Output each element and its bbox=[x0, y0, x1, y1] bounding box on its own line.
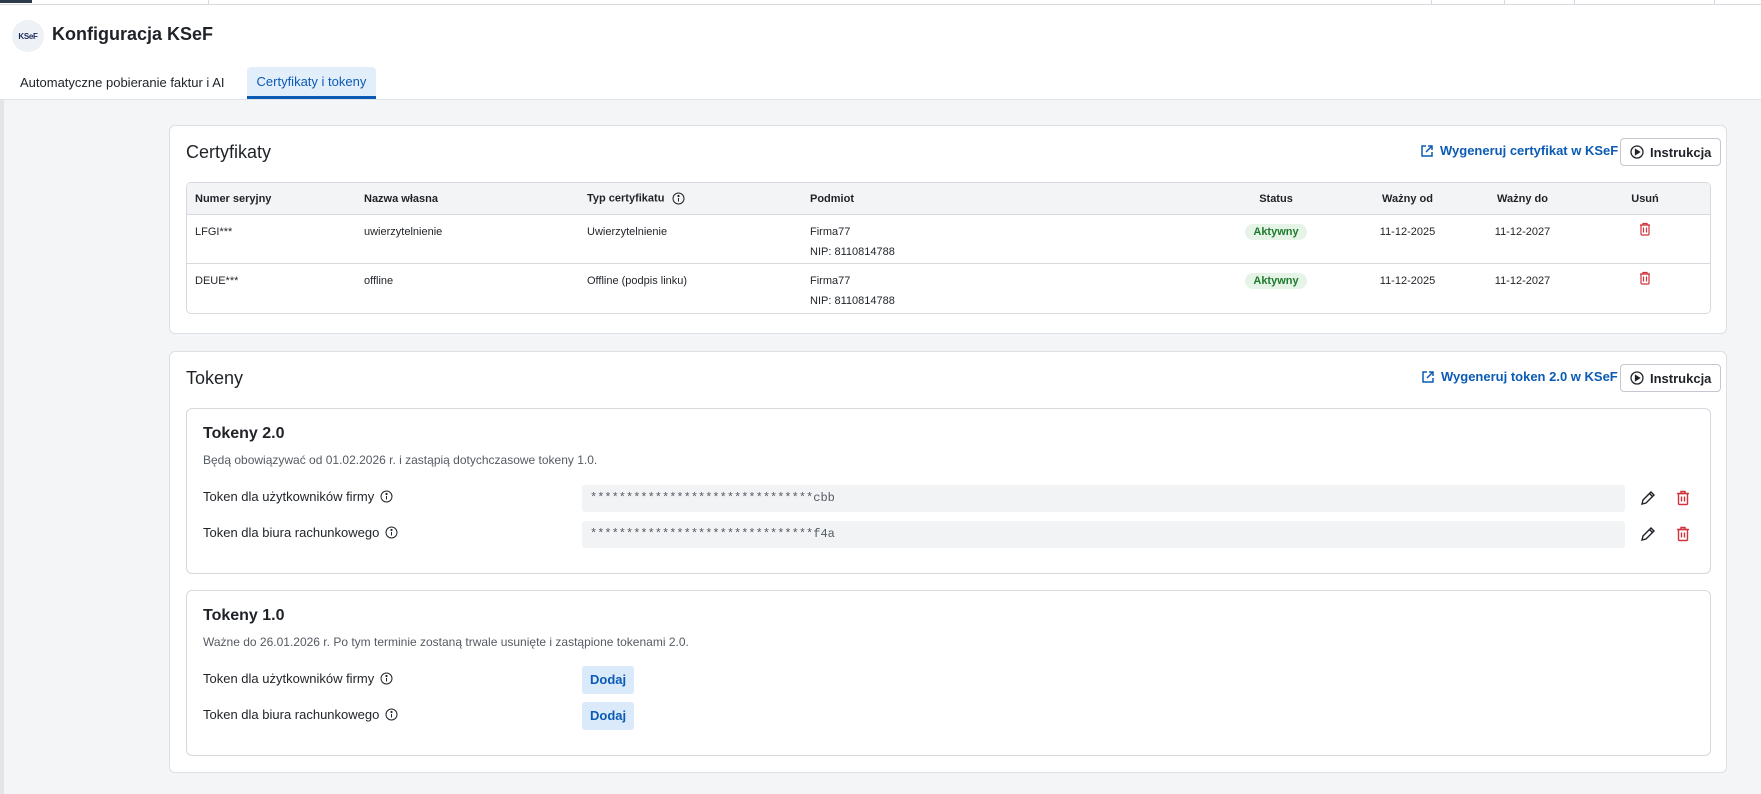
token-label-accounting-office: Token dla biura rachunkowego bbox=[203, 525, 380, 540]
instruction-label: Instrukcja bbox=[1650, 370, 1712, 386]
info-icon[interactable] bbox=[385, 708, 398, 721]
table-row: LFGI*** uwierzytelnienie Uwierzytelnieni… bbox=[187, 215, 1710, 264]
external-link-icon bbox=[1422, 370, 1434, 383]
column-header-entity: Podmiot bbox=[802, 183, 1202, 215]
page-title: Konfiguracja KSeF bbox=[52, 24, 214, 44]
column-header-delete: Usuń bbox=[1580, 183, 1710, 215]
pencil-icon bbox=[1641, 491, 1655, 505]
token-field-company-users[interactable]: *******************************cbb bbox=[582, 485, 1625, 512]
delete-certificate-button[interactable] bbox=[1639, 222, 1651, 243]
play-circle-icon bbox=[1630, 145, 1644, 159]
column-header-type: Typ certyfikatu bbox=[579, 183, 802, 215]
cell-entity: Firma77 NIP: 8110814788 bbox=[802, 215, 1202, 264]
cell-status: Aktywny bbox=[1202, 215, 1350, 264]
edit-token-button[interactable] bbox=[1637, 487, 1659, 509]
certificates-table: Numer seryjny Nazwa własna Typ certyfika… bbox=[186, 182, 1711, 314]
cell-entity: Firma77 NIP: 8110814788 bbox=[802, 264, 1202, 313]
generate-token-link[interactable]: Wygeneruj token 2.0 w KSeF bbox=[1421, 369, 1618, 384]
page-header: KSeF Konfiguracja KSeF Automatyczne pobi… bbox=[0, 5, 1761, 100]
cell-valid-to: 11-12-2027 bbox=[1465, 215, 1580, 264]
token-row-label: Token dla użytkowników firmy bbox=[203, 671, 393, 686]
trash-icon bbox=[1677, 526, 1689, 542]
delete-token-button[interactable] bbox=[1672, 523, 1694, 545]
tokens-card: Tokeny Wygeneruj token 2.0 w KSeF Instru… bbox=[169, 351, 1727, 773]
certificates-instruction-button[interactable]: Instrukcja bbox=[1620, 138, 1722, 166]
token-row-label: Token dla biura rachunkowego bbox=[203, 525, 398, 540]
cell-valid-from: 11-12-2025 bbox=[1350, 215, 1465, 264]
generate-token-label: Wygeneruj token 2.0 w KSeF bbox=[1441, 369, 1618, 384]
token-label-company-users: Token dla użytkowników firmy bbox=[203, 671, 375, 686]
cell-valid-from: 11-12-2025 bbox=[1379, 275, 1436, 287]
status-badge: Aktywny bbox=[1245, 224, 1307, 240]
trash-icon bbox=[1640, 222, 1650, 236]
trash-icon bbox=[1677, 490, 1689, 506]
tokens-v1-description: Ważne do 26.01.2026 r. Po tym terminie z… bbox=[203, 635, 689, 649]
cell-own-name: offline bbox=[364, 275, 394, 287]
tokens-v2-section: Tokeny 2.0 Będą obowiązywać od 01.02.202… bbox=[186, 408, 1711, 574]
generate-certificate-label: Wygeneruj certyfikat w KSeF bbox=[1440, 143, 1619, 158]
top-strip-segment bbox=[1505, 0, 1575, 4]
token-row-label: Token dla biura rachunkowego bbox=[203, 707, 398, 722]
token-label-company-users: Token dla użytkowników firmy bbox=[203, 489, 375, 504]
cell-own-name: uwierzytelnienie bbox=[356, 215, 579, 264]
status-badge: Aktywny bbox=[1245, 273, 1307, 289]
cell-type: Offline (podpis linku) bbox=[587, 275, 688, 287]
info-icon[interactable] bbox=[380, 672, 393, 685]
info-icon[interactable] bbox=[385, 526, 398, 539]
left-rail bbox=[0, 100, 4, 794]
info-icon[interactable] bbox=[380, 490, 393, 503]
column-header-valid-to: Ważny do bbox=[1465, 183, 1580, 215]
token-row-label: Token dla użytkowników firmy bbox=[203, 489, 393, 504]
play-circle-icon bbox=[1630, 371, 1644, 385]
tokens-title: Tokeny bbox=[186, 368, 244, 388]
trash-icon bbox=[1640, 271, 1650, 285]
entity-name: Firma77 bbox=[810, 275, 851, 287]
instruction-label: Instrukcja bbox=[1650, 144, 1712, 160]
delete-token-button[interactable] bbox=[1672, 487, 1694, 509]
table-row: DEUE*** offline Offline (podpis linku) F… bbox=[187, 264, 1710, 313]
generate-certificate-link[interactable]: Wygeneruj certyfikat w KSeF bbox=[1420, 143, 1618, 158]
tokens-v1-title: Tokeny 1.0 bbox=[203, 607, 285, 624]
tokens-v2-title: Tokeny 2.0 bbox=[203, 425, 285, 442]
add-token-button[interactable]: Dodaj bbox=[582, 666, 635, 694]
column-header-type-label: Typ certyfikatu bbox=[587, 192, 665, 205]
cell-delete bbox=[1580, 264, 1710, 313]
column-header-status: Status bbox=[1202, 183, 1350, 215]
info-icon[interactable] bbox=[672, 192, 685, 205]
entity-nip: NIP: 8110814788 bbox=[810, 246, 895, 258]
certificates-title: Certyfikaty bbox=[186, 142, 272, 162]
cell-delete bbox=[1580, 215, 1710, 264]
cell-type: Uwierzytelnienie bbox=[579, 215, 802, 264]
cell-status: Aktywny bbox=[1202, 264, 1350, 313]
token-label-accounting-office: Token dla biura rachunkowego bbox=[203, 707, 380, 722]
top-strip-segment bbox=[0, 0, 209, 4]
top-strip-segment bbox=[1432, 0, 1505, 4]
external-link-icon bbox=[1421, 144, 1433, 157]
tokens-v1-section: Tokeny 1.0 Ważne do 26.01.2026 r. Po tym… bbox=[186, 590, 1711, 756]
cell-serial: DEUE*** bbox=[195, 275, 239, 287]
tab-certificates-tokens[interactable]: Certyfikaty i tokeny bbox=[246, 67, 377, 99]
column-header-serial: Numer seryjny bbox=[187, 183, 356, 215]
logo-text: KSeF bbox=[18, 31, 38, 41]
top-strip-segment bbox=[209, 0, 1432, 4]
pencil-icon bbox=[1641, 527, 1655, 541]
cell-valid-to: 11-12-2027 bbox=[1494, 275, 1551, 287]
cell-serial: LFGI*** bbox=[187, 215, 356, 264]
tokens-instruction-button[interactable]: Instrukcja bbox=[1620, 364, 1722, 392]
token-field-accounting-office[interactable]: *******************************f4a bbox=[582, 521, 1625, 548]
column-header-valid-from: Ważny od bbox=[1350, 183, 1465, 215]
column-header-own-name: Nazwa własna bbox=[356, 183, 579, 215]
tokens-v2-description: Będą obowiązywać od 01.02.2026 r. i zast… bbox=[203, 453, 598, 467]
edit-token-button[interactable] bbox=[1637, 523, 1659, 545]
ksef-logo: KSeF bbox=[12, 20, 44, 52]
tab-bar: Automatyczne pobieranie faktur i AI Cert… bbox=[10, 67, 377, 99]
add-token-button[interactable]: Dodaj bbox=[582, 702, 635, 730]
top-strip-segment bbox=[1575, 0, 1715, 4]
delete-certificate-button[interactable] bbox=[1639, 271, 1651, 292]
entity-name: Firma77 bbox=[810, 226, 851, 238]
table-header-row: Numer seryjny Nazwa własna Typ certyfika… bbox=[187, 183, 1710, 215]
tab-automatic-download[interactable]: Automatyczne pobieranie faktur i AI bbox=[10, 67, 235, 99]
certificates-card: Certyfikaty Wygeneruj certyfikat w KSeF … bbox=[169, 125, 1727, 334]
entity-nip: NIP: 8110814788 bbox=[810, 295, 895, 307]
